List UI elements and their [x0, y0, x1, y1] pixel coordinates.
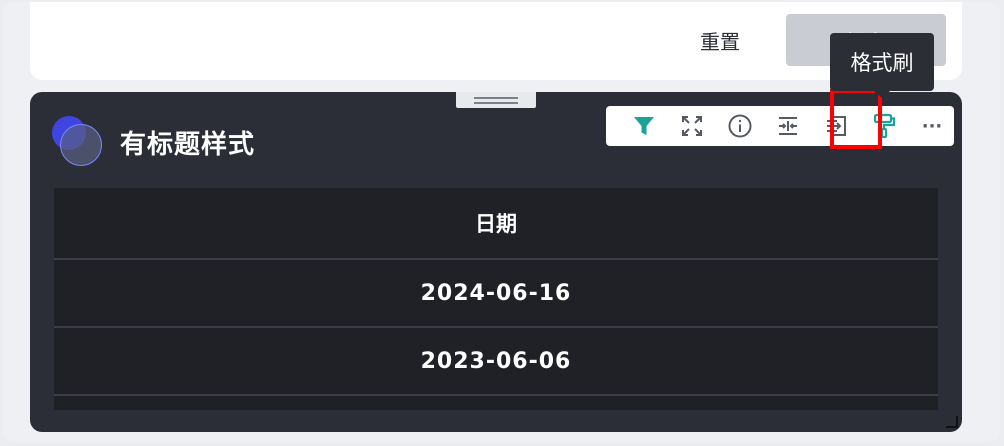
app-window: 重置 提交 格式刷 有标题样式	[2, 2, 1000, 442]
align-icon[interactable]	[764, 106, 812, 146]
panel-logo-icon	[52, 116, 104, 168]
panel-title: 有标题样式	[120, 130, 256, 160]
form-actions-card: 重置 提交	[30, 2, 962, 80]
drag-handle[interactable]	[456, 92, 536, 108]
table-row: 2024-06-16	[54, 260, 938, 328]
tooltip-arrow	[874, 91, 890, 98]
fullscreen-icon[interactable]	[668, 106, 716, 146]
filter-icon[interactable]	[620, 106, 668, 146]
chart-panel: 有标题样式 ··· 日期 2024-06-16 2023-06-06	[30, 92, 962, 432]
reset-button[interactable]: 重置	[670, 22, 770, 58]
panel-toolbar: ···	[606, 106, 954, 146]
table-row: 2023-06-06	[54, 328, 938, 396]
table-header-date[interactable]: 日期	[54, 188, 938, 260]
format-brush-tooltip: 格式刷	[830, 33, 934, 91]
resize-handle[interactable]	[946, 416, 958, 428]
info-icon[interactable]	[716, 106, 764, 146]
export-icon[interactable]	[812, 106, 860, 146]
more-icon[interactable]: ···	[908, 106, 956, 146]
format-brush-icon[interactable]	[860, 106, 908, 146]
data-table: 日期 2024-06-16 2023-06-06	[54, 188, 938, 410]
